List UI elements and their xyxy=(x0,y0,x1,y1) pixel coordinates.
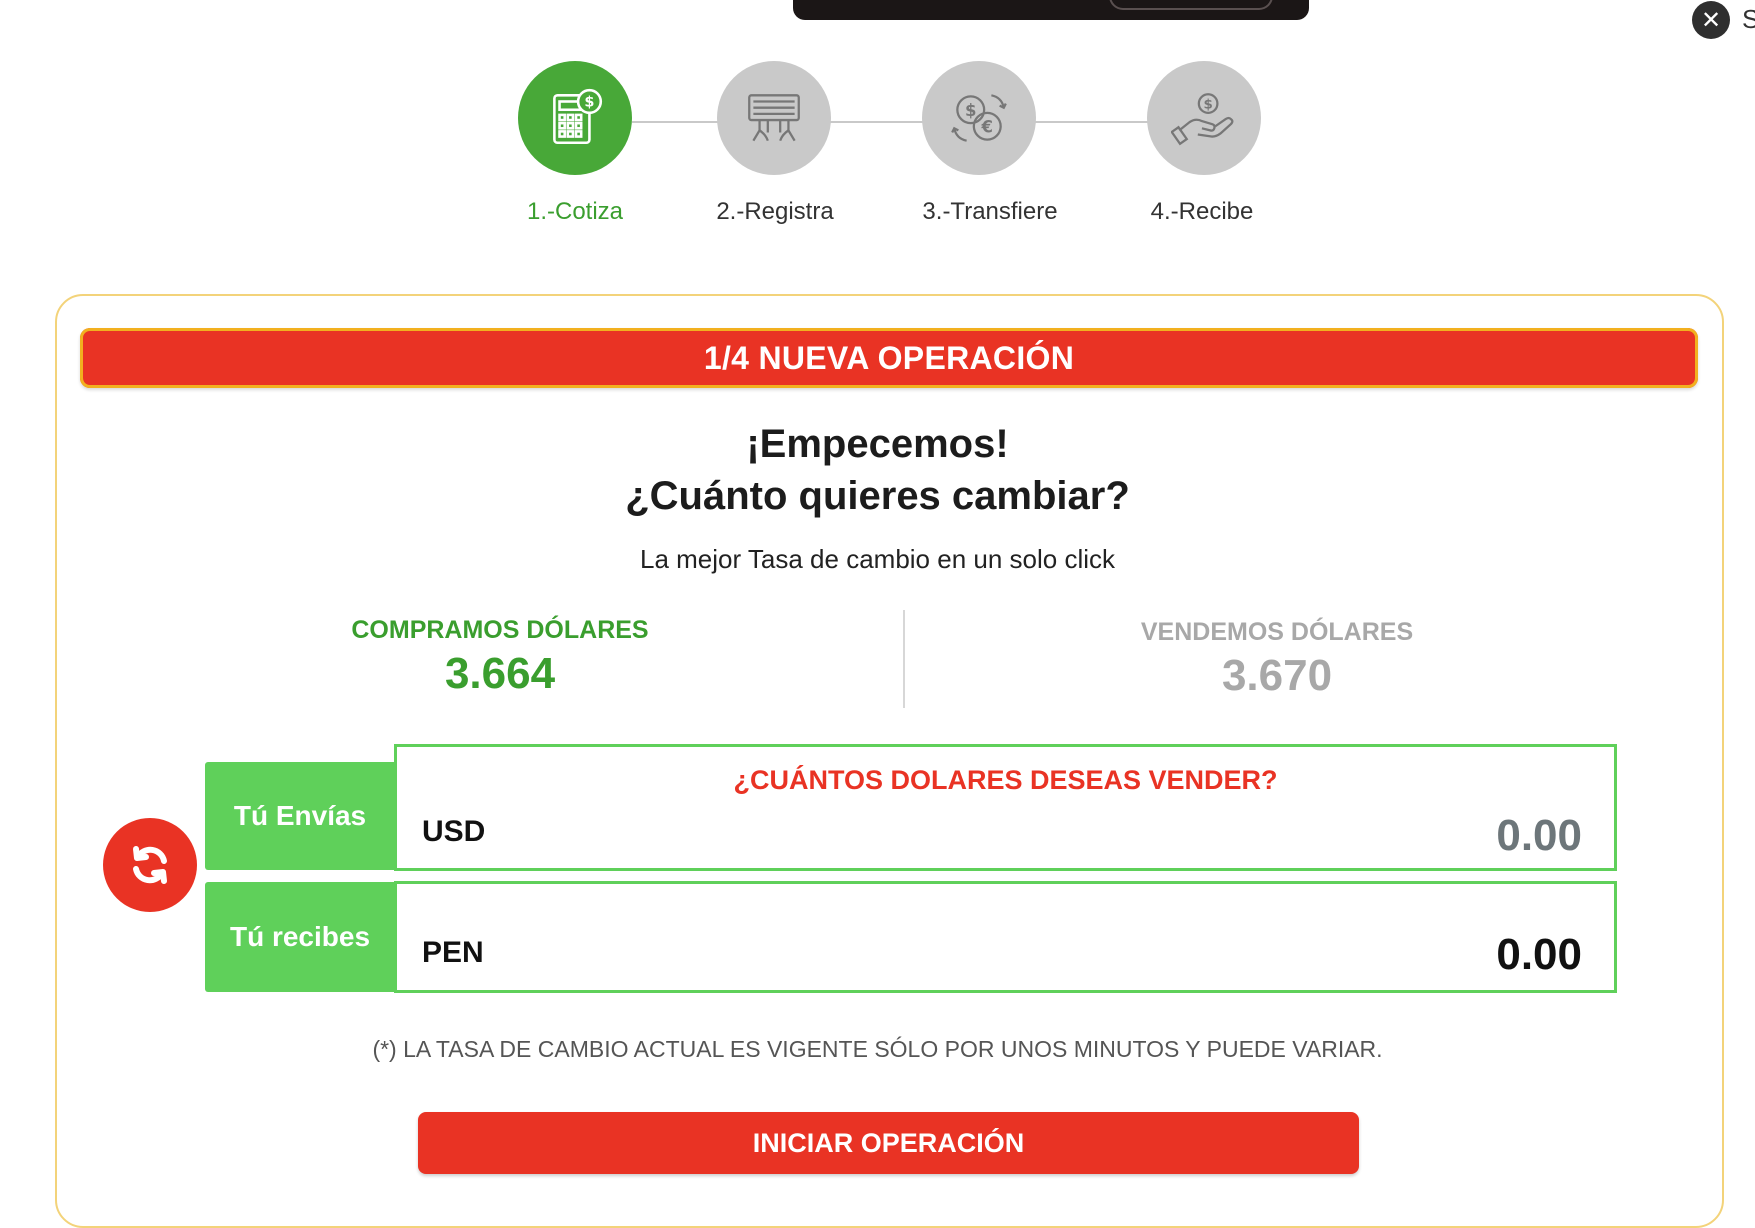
rate-sell-value: 3.670 xyxy=(1221,651,1333,700)
keyboard-typing-icon xyxy=(748,94,800,142)
svg-text:€: € xyxy=(981,117,993,136)
send-question: ¿CUÁNTOS DOLARES DESEAS VENDER? xyxy=(733,765,1278,795)
step-label-registra: 2.-Registra xyxy=(716,198,834,225)
send-label: Tú Envías xyxy=(205,762,395,870)
step-connector xyxy=(830,121,923,123)
receive-label: Tú recibes xyxy=(205,882,395,992)
step-connector xyxy=(632,121,718,123)
close-side-text: S xyxy=(1742,4,1755,34)
heading-line1: ¡Empecemos! xyxy=(746,422,1009,466)
heading-line2: ¿Cuánto quieres cambiar? xyxy=(625,474,1130,518)
calculator-icon: $ xyxy=(553,88,603,145)
svg-text:$: $ xyxy=(584,95,594,111)
receive-currency: PEN xyxy=(422,936,484,969)
rate-buy-tab[interactable]: COMPRAMOS DÓLARES 3.664 xyxy=(250,616,750,699)
rate-buy-value: 3.664 xyxy=(444,649,556,698)
heading-subtitle: La mejor Tasa de cambio en un solo click xyxy=(640,544,1115,574)
step-transfiere: $ € xyxy=(922,61,1036,175)
send-currency: USD xyxy=(422,815,486,848)
currency-exchange-icon: $ € xyxy=(951,94,1007,142)
receive-amount-value: 0.00 xyxy=(1496,930,1582,979)
svg-text:$: $ xyxy=(965,101,976,120)
svg-text:$: $ xyxy=(1203,98,1212,113)
step-label-cotiza: 1.-Cotiza xyxy=(526,198,624,225)
step-registra xyxy=(717,61,831,175)
step-recibe: $ xyxy=(1147,61,1261,175)
step-label-transfiere: 3.-Transfiere xyxy=(922,198,1058,225)
operation-banner: 1/4 NUEVA OPERACIÓN xyxy=(80,328,1698,388)
rate-buy-label: COMPRAMOS DÓLARES xyxy=(351,616,649,644)
rates-divider xyxy=(903,610,905,708)
step-connector xyxy=(1034,121,1149,123)
hand-money-icon: $ xyxy=(1171,93,1234,146)
top-dark-panel xyxy=(793,0,1309,20)
swap-currency-button[interactable] xyxy=(103,818,197,912)
step-cotiza: $ xyxy=(518,61,632,175)
close-icon[interactable]: ✕ xyxy=(1692,1,1730,39)
top-panel-pill xyxy=(1109,0,1273,10)
rate-sell-tab[interactable]: VENDEMOS DÓLARES 3.670 xyxy=(1027,618,1527,701)
send-amount-input[interactable]: 0.00 xyxy=(1496,811,1582,861)
rate-sell-label: VENDEMOS DÓLARES xyxy=(1140,618,1414,646)
swap-arrows-icon xyxy=(133,846,167,884)
step-label-recibe: 4.-Recibe xyxy=(1150,198,1254,225)
send-amount-field[interactable]: ¿CUÁNTOS DOLARES DESEAS VENDER? USD 0.00 xyxy=(394,744,1617,871)
rate-disclaimer: (*) LA TASA DE CAMBIO ACTUAL ES VIGENTE … xyxy=(372,1036,1383,1062)
start-operation-button[interactable]: INICIAR OPERACIÓN xyxy=(418,1112,1359,1174)
receive-amount-field[interactable]: PEN 0.00 xyxy=(394,881,1617,993)
